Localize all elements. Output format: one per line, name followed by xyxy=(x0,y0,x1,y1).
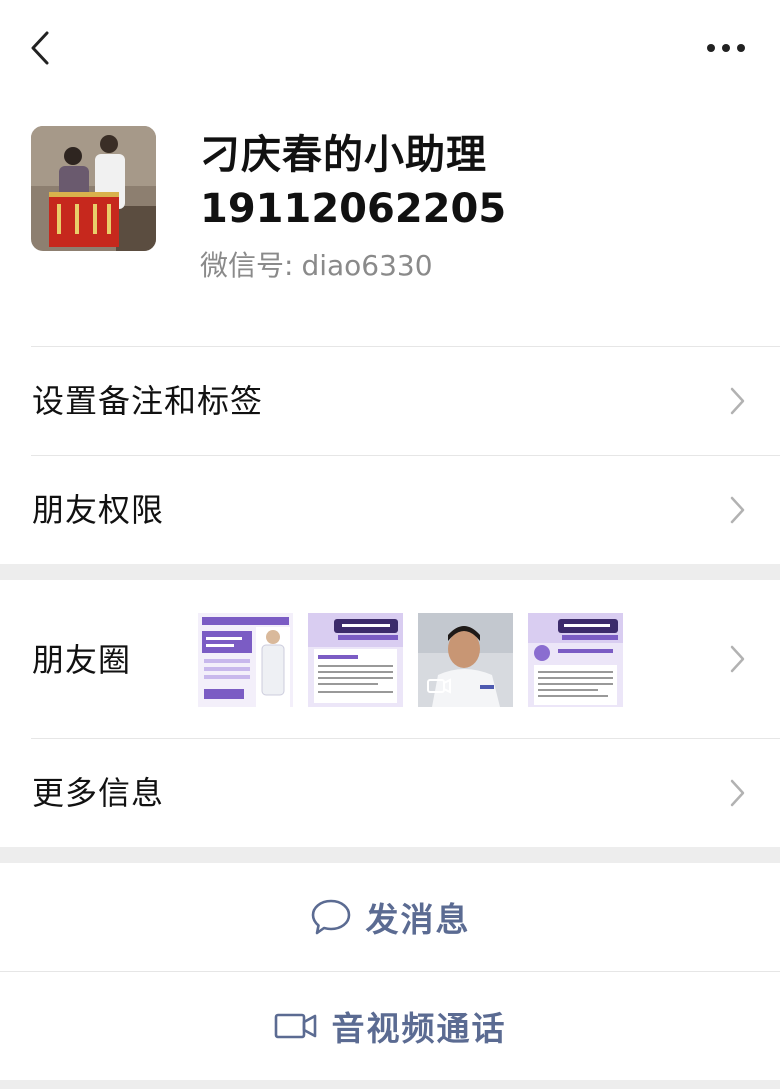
av-call-label: 音视频通话 xyxy=(331,1009,507,1048)
chat-bubble-icon xyxy=(311,899,350,935)
wechat-id-line: 微信号: diao6330 xyxy=(200,246,433,286)
row-remark-tags-label: 设置备注和标签 xyxy=(32,382,264,420)
video-camera-icon xyxy=(274,1013,316,1039)
row-more-info-label: 更多信息 xyxy=(32,774,165,812)
chevron-right-icon xyxy=(724,642,750,676)
row-moments[interactable]: 朋友圈 xyxy=(0,580,780,738)
send-message-label: 发消息 xyxy=(365,900,471,939)
moments-thumbnails xyxy=(198,613,623,707)
chevron-right-icon xyxy=(724,776,750,810)
moments-thumb-3-video[interactable] xyxy=(418,613,513,707)
top-bar xyxy=(0,0,780,96)
send-message-button[interactable]: 发消息 xyxy=(0,863,780,971)
wechat-id-label: 微信号: xyxy=(200,249,294,282)
row-more-info[interactable]: 更多信息 xyxy=(0,739,780,847)
chevron-right-icon xyxy=(724,384,750,418)
row-friend-permission-label: 朋友权限 xyxy=(32,491,165,529)
contact-name: 刁庆春的小助理 xyxy=(200,132,487,178)
row-remark-tags[interactable]: 设置备注和标签 xyxy=(0,347,780,455)
chevron-left-icon xyxy=(31,31,49,65)
avatar-photo xyxy=(31,126,156,251)
av-call-button[interactable]: 音视频通话 xyxy=(0,972,780,1080)
section-gap xyxy=(0,847,780,863)
row-friend-permission[interactable]: 朋友权限 xyxy=(0,456,780,564)
more-horizontal-icon xyxy=(707,44,745,52)
section-gap xyxy=(0,564,780,580)
bottom-gap xyxy=(0,1080,780,1089)
contact-phone: 19112062205 xyxy=(200,186,507,232)
profile-header: 刁庆春的小助理 19112062205 微信号: diao6330 xyxy=(0,96,780,346)
chevron-right-icon xyxy=(724,493,750,527)
moments-thumb-4[interactable] xyxy=(528,613,623,707)
moments-thumb-1[interactable] xyxy=(198,613,293,707)
moments-thumb-2[interactable] xyxy=(308,613,403,707)
wechat-id-value: diao6330 xyxy=(301,249,433,282)
avatar[interactable] xyxy=(31,126,156,251)
more-button[interactable] xyxy=(700,30,752,66)
back-button[interactable] xyxy=(22,28,58,68)
row-moments-label: 朋友圈 xyxy=(32,641,132,679)
